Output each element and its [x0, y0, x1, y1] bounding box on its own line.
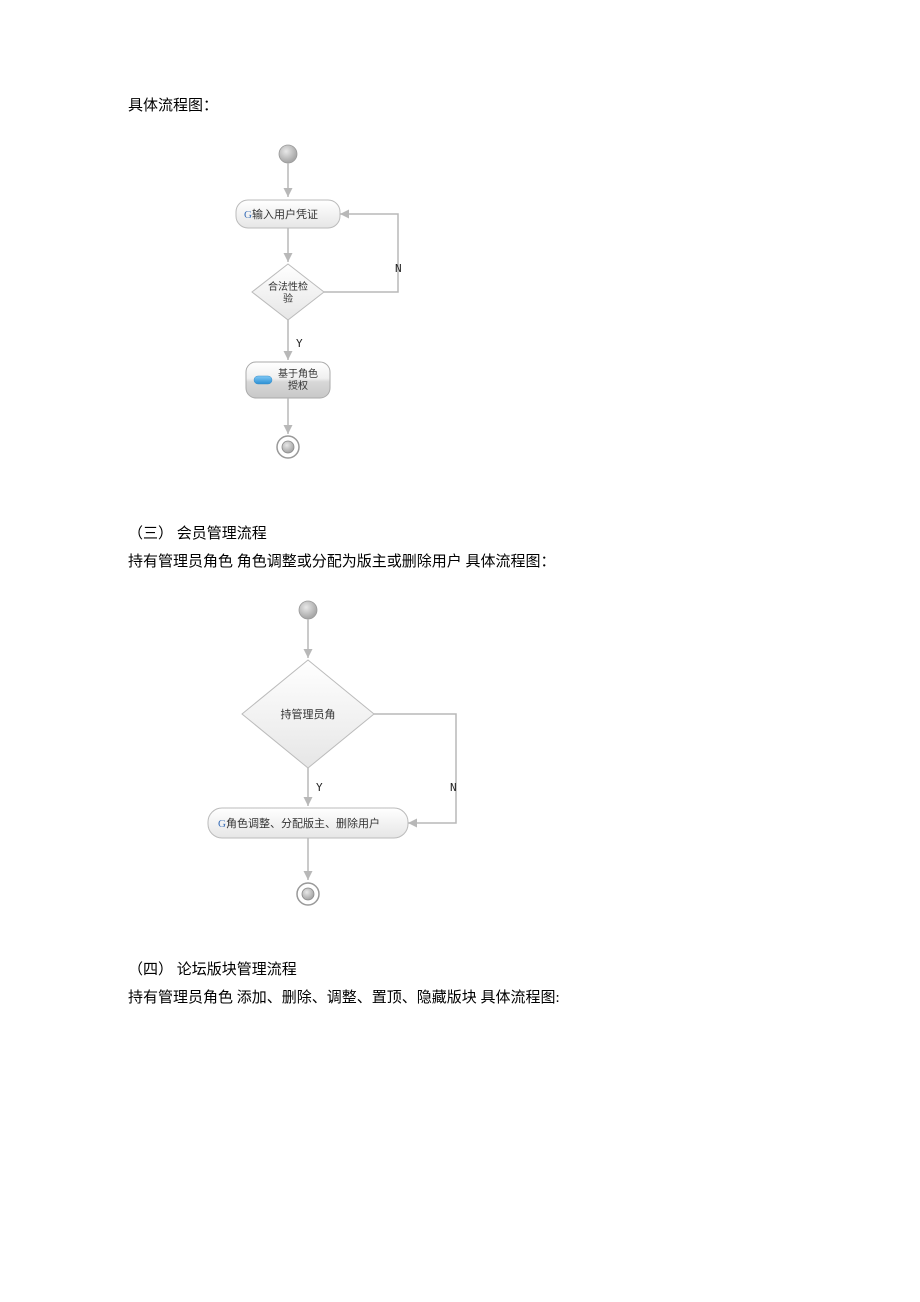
end-node-icon — [282, 441, 294, 453]
start-node-icon — [299, 601, 317, 619]
start-node-icon — [279, 145, 297, 163]
section-4-desc: 持有管理员角色 添加、删除、调整、置顶、隐藏版块 具体流程图: — [128, 986, 792, 1010]
section-4-title: （四） 论坛版块管理流程 — [128, 958, 792, 982]
yes-label: Y — [316, 781, 323, 794]
end-node-icon — [302, 888, 314, 900]
no-label: N — [395, 262, 402, 275]
input-prefix-label: G — [244, 209, 252, 221]
flowchart-login: G 输入用户凭证 合法性检 验 N Y 基于角色 授权 — [188, 142, 448, 482]
section-3-desc: 持有管理员角色 角色调整或分配为版主或删除用户 具体流程图： — [128, 550, 792, 574]
flowchart-member-management: 持管理员角 Y N G 角色调整、分配版主、删除用户 — [188, 598, 508, 918]
validity-check-label-1: 合法性检 — [268, 280, 308, 293]
admin-role-check-label: 持管理员角 — [281, 707, 336, 721]
role-adjust-prefix: G — [218, 818, 226, 830]
intro-text: 具体流程图： — [128, 94, 792, 118]
role-auth-label-2: 授权 — [288, 379, 308, 392]
validity-check-label-2: 验 — [283, 292, 293, 305]
role-auth-label-1: 基于角色 — [278, 367, 318, 380]
no-label: N — [450, 781, 457, 794]
pill-icon — [254, 376, 272, 384]
role-adjust-label: 角色调整、分配版主、删除用户 — [226, 816, 380, 830]
yes-label: Y — [296, 337, 303, 350]
section-3-title: （三） 会员管理流程 — [128, 522, 792, 546]
input-credentials-label: 输入用户凭证 — [252, 207, 318, 221]
